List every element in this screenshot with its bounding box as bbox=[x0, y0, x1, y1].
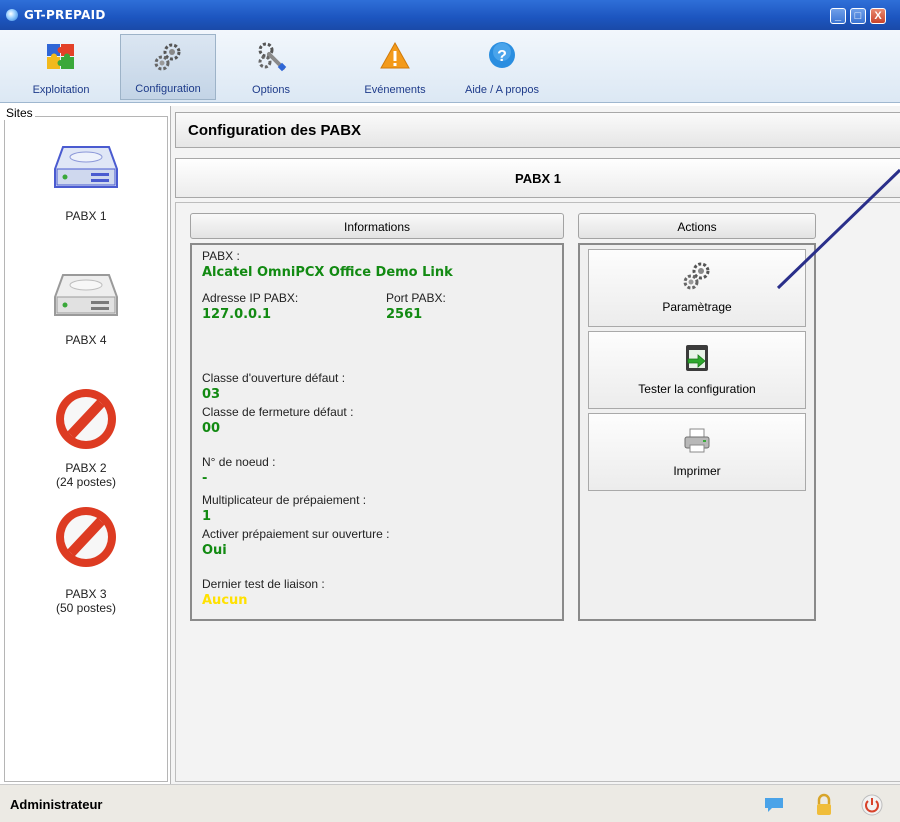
noeud-value: - bbox=[202, 471, 208, 486]
ouverture-value: 03 bbox=[202, 387, 221, 402]
multiplicateur-value: 1 bbox=[202, 509, 212, 524]
app-icon bbox=[6, 9, 18, 21]
ouverture-label: Classe d'ouverture défaut : bbox=[202, 371, 346, 385]
site-pabx-4[interactable]: PABX 4 bbox=[5, 267, 167, 367]
port-value: 2561 bbox=[386, 307, 423, 322]
tester-configuration-button[interactable]: Tester la configuration bbox=[588, 331, 806, 409]
content-panel: Informations PABX : Alcatel OmniPCX Offi… bbox=[175, 202, 900, 782]
disabled-icon bbox=[56, 389, 116, 449]
chat-icon[interactable] bbox=[762, 793, 786, 817]
dernier-test-value: Aucun bbox=[202, 593, 248, 608]
parametrage-button[interactable]: Paramètrage bbox=[588, 249, 806, 327]
dernier-test-label: Dernier test de liaison : bbox=[202, 577, 325, 591]
tester-configuration-label: Tester la configuration bbox=[638, 382, 756, 396]
maximize-button[interactable]: □ bbox=[850, 8, 866, 24]
status-bar: Administrateur bbox=[0, 784, 900, 822]
site-label: PABX 1 bbox=[65, 209, 107, 223]
toolbar-evenements[interactable]: Evénements bbox=[340, 34, 450, 100]
site-label: PABX 3 (50 postes) bbox=[55, 587, 117, 615]
server-icon bbox=[54, 274, 118, 316]
toolbar-label: Exploitation bbox=[32, 84, 90, 96]
gears-icon bbox=[683, 262, 710, 290]
multiplicateur-label: Multiplicateur de prépaiement : bbox=[202, 493, 367, 507]
activer-value: Oui bbox=[202, 543, 227, 558]
ip-label: Adresse IP PABX: bbox=[202, 291, 299, 305]
window-title: GT-PREPAID bbox=[24, 8, 106, 22]
main-area: Configuration des PABX PABX 1 Informatio… bbox=[170, 106, 900, 784]
help-icon: ? bbox=[489, 42, 515, 68]
fermeture-label: Classe de fermeture défaut : bbox=[202, 405, 354, 419]
site-label: PABX 2 (24 postes) bbox=[55, 461, 117, 489]
site-label: PABX 4 bbox=[65, 333, 107, 347]
informations-header: Informations bbox=[190, 213, 564, 239]
test-icon bbox=[686, 345, 708, 371]
parametrage-label: Paramètrage bbox=[662, 300, 732, 314]
page-title: Configuration des PABX bbox=[188, 122, 362, 139]
toolbar: Exploitation Configuration Options Evéne… bbox=[0, 30, 900, 103]
close-button[interactable]: X bbox=[870, 8, 886, 24]
pabx-title: PABX 1 bbox=[515, 171, 561, 186]
toolbar-configuration[interactable]: Configuration bbox=[120, 34, 216, 100]
toolbar-aide[interactable]: ? Aide / A propos bbox=[450, 34, 554, 100]
tools-icon bbox=[258, 42, 287, 72]
imprimer-label: Imprimer bbox=[673, 464, 721, 478]
main-header: Configuration des PABX bbox=[175, 112, 900, 148]
toolbar-label: Aide / A propos bbox=[465, 84, 539, 96]
toolbar-exploitation[interactable]: Exploitation bbox=[2, 34, 120, 100]
site-pabx-3[interactable]: PABX 3 (50 postes) bbox=[5, 501, 167, 615]
site-pabx-2[interactable]: PABX 2 (24 postes) bbox=[5, 383, 167, 493]
printer-icon bbox=[684, 428, 710, 453]
power-icon[interactable] bbox=[860, 793, 884, 817]
toolbar-label: Evénements bbox=[364, 84, 426, 96]
site-pabx-1[interactable]: PABX 1 bbox=[5, 139, 167, 239]
title-bar: GT-PREPAID _ □ X bbox=[0, 0, 900, 30]
sites-legend: Sites bbox=[4, 106, 35, 120]
port-label: Port PABX: bbox=[386, 291, 446, 305]
minimize-button[interactable]: _ bbox=[830, 8, 846, 24]
pabx-label: PABX : bbox=[202, 249, 240, 263]
imprimer-button[interactable]: Imprimer bbox=[588, 413, 806, 491]
pabx-value: Alcatel OmniPCX Office Demo Link bbox=[202, 265, 453, 280]
pabx-title-bar: PABX 1 bbox=[175, 158, 900, 198]
actions-header: Actions bbox=[578, 213, 816, 239]
server-selected-icon bbox=[54, 146, 118, 188]
noeud-label: N° de noeud : bbox=[202, 455, 276, 469]
toolbar-options[interactable]: Options bbox=[226, 34, 316, 100]
activer-label: Activer prépaiement sur ouverture : bbox=[202, 527, 390, 541]
disabled-icon bbox=[56, 507, 116, 567]
lock-icon[interactable] bbox=[812, 793, 836, 817]
current-user: Administrateur bbox=[10, 797, 103, 812]
puzzle-icon bbox=[47, 44, 74, 69]
sites-panel: PABX 1 PABX 4 PABX 2 (24 postes) PABX 3 … bbox=[4, 116, 168, 782]
toolbar-label: Options bbox=[252, 84, 290, 96]
fermeture-value: 00 bbox=[202, 421, 221, 436]
warning-icon bbox=[380, 41, 410, 69]
gears-icon bbox=[154, 43, 181, 71]
actions-panel: Paramètrage Tester la configuration Impr… bbox=[578, 243, 816, 621]
informations-panel: PABX : Alcatel OmniPCX Office Demo Link … bbox=[190, 243, 564, 621]
svg-text:?: ? bbox=[497, 48, 507, 65]
ip-value: 127.0.0.1 bbox=[202, 307, 272, 322]
toolbar-label: Configuration bbox=[135, 83, 201, 95]
